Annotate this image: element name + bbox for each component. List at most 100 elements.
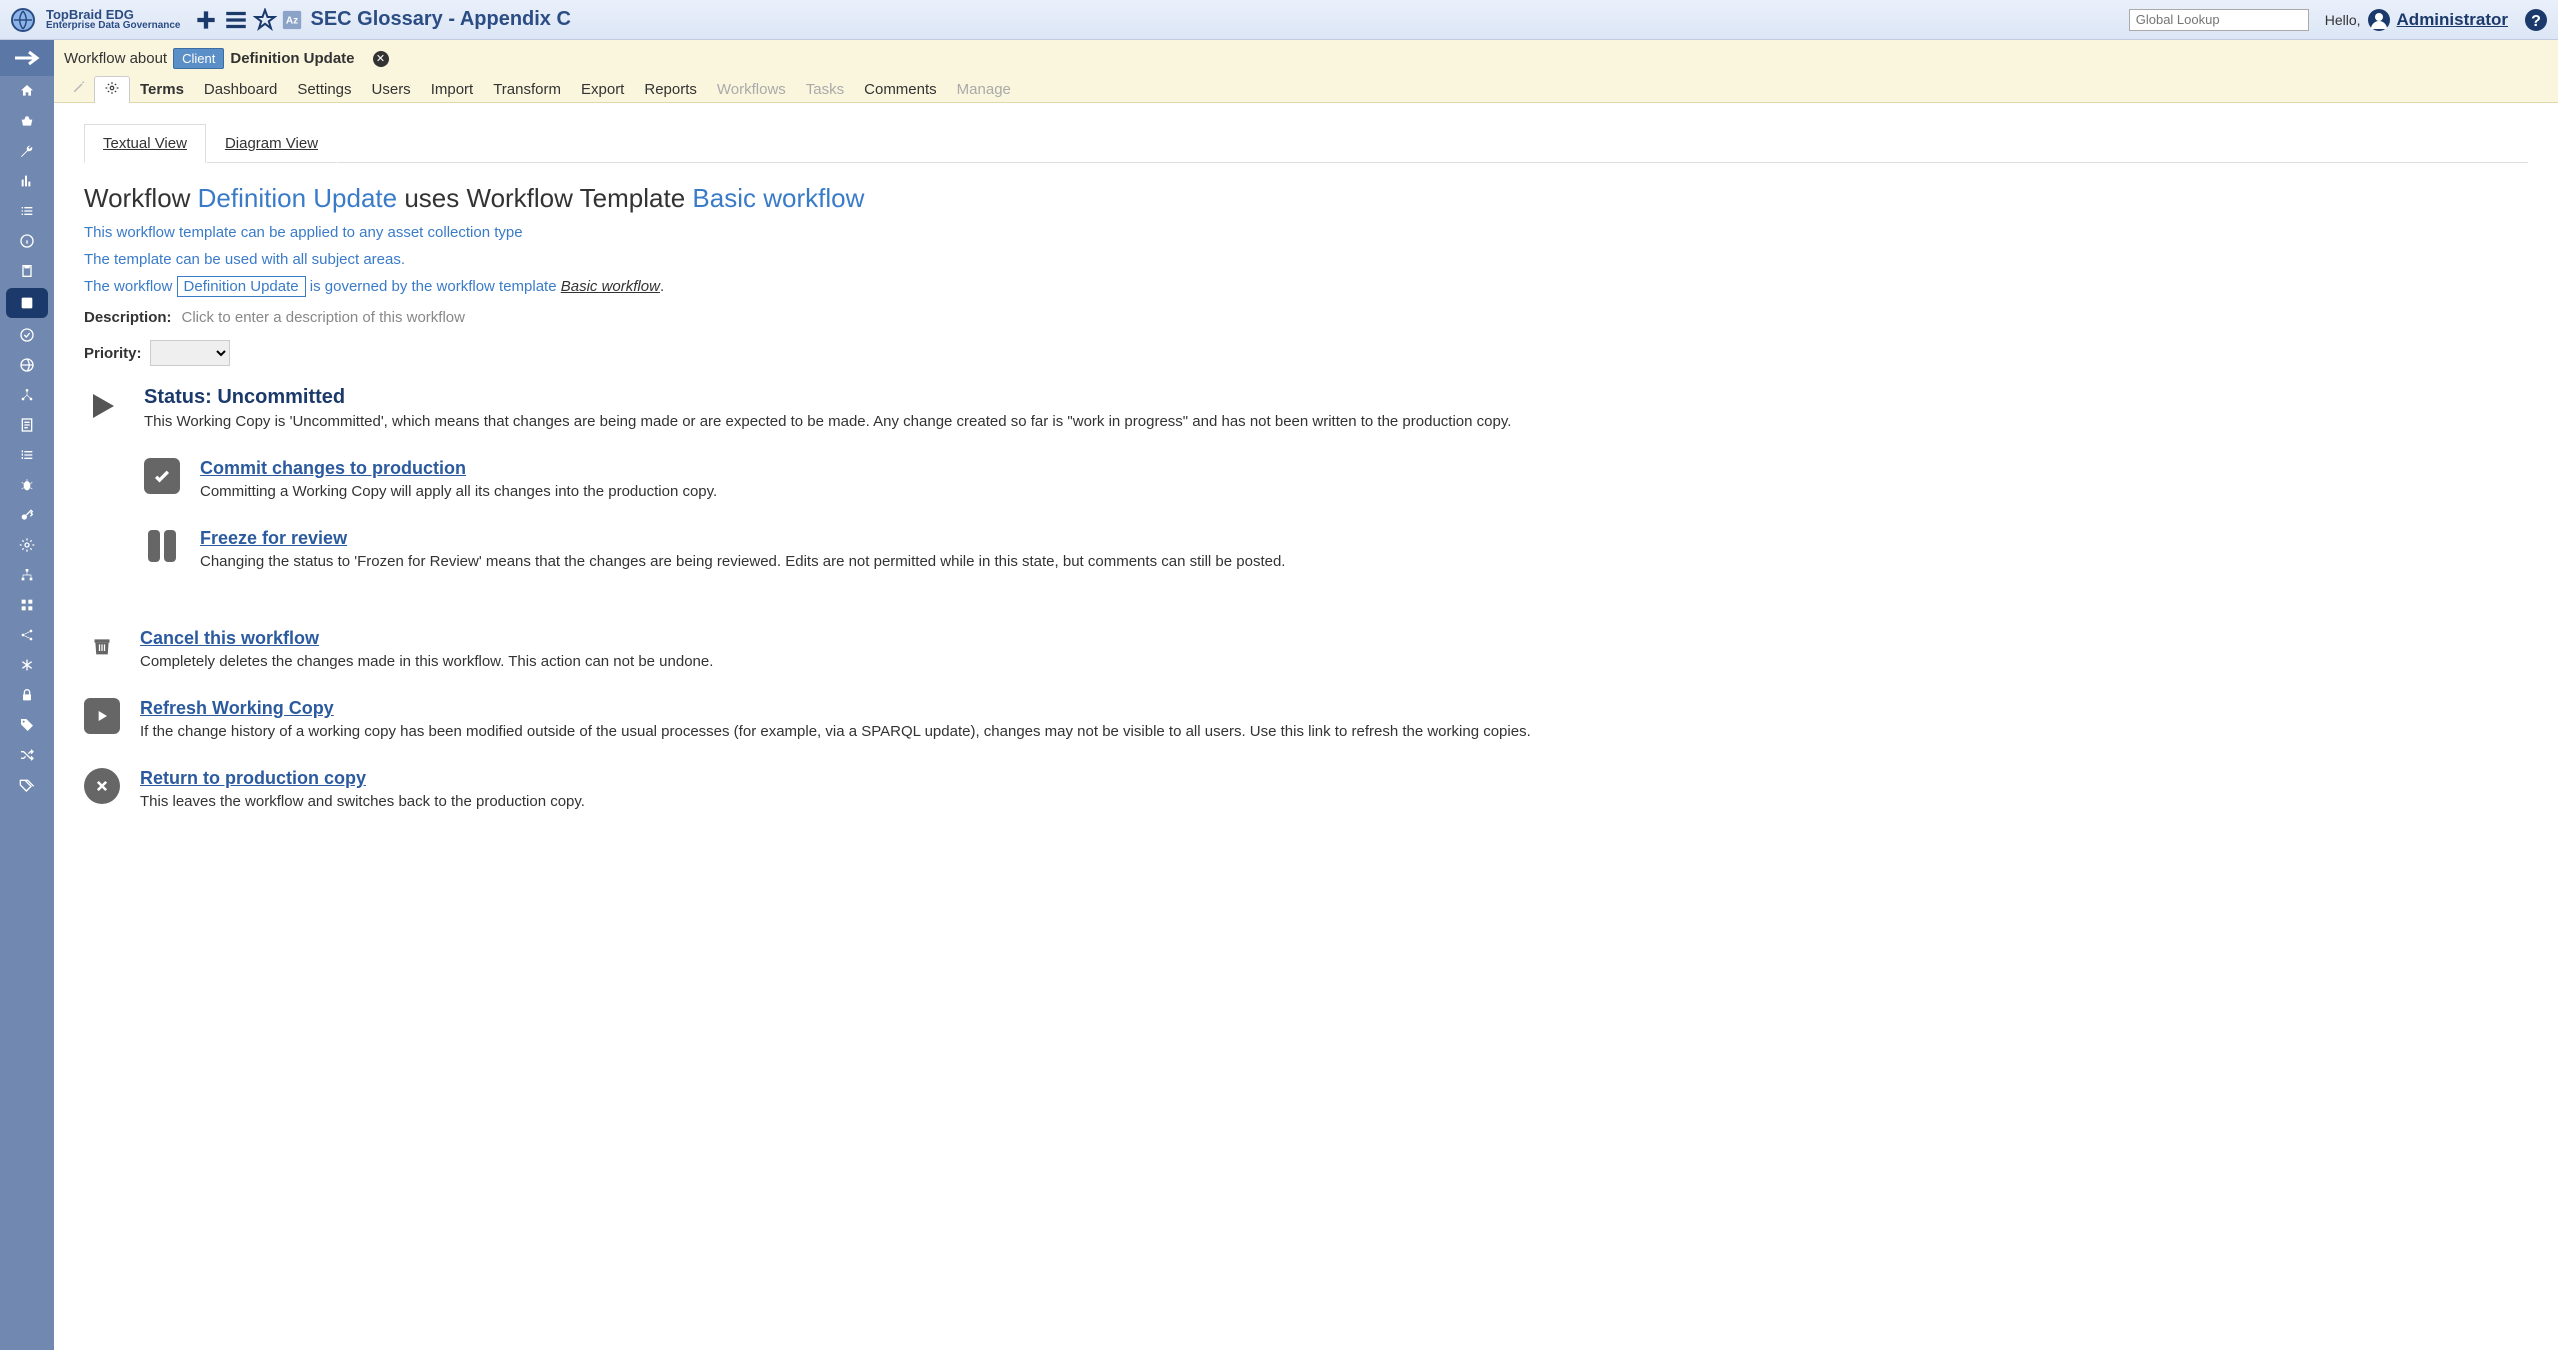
tab-transform[interactable]: Transform [483,77,571,102]
workflow-name: Definition Update [230,50,354,67]
tab-workflows: Workflows [707,77,796,102]
refresh-link[interactable]: Refresh Working Copy [140,698,1531,719]
pencil-icon[interactable] [64,76,94,102]
info-line-1: This workflow template can be applied to… [84,224,2528,241]
sidebar-collapse-button[interactable] [0,40,54,76]
tab-dashboard[interactable]: Dashboard [194,77,287,102]
tab-tasks: Tasks [796,77,854,102]
status-title: Status: Uncommitted [144,386,1511,409]
cancel-link[interactable]: Cancel this workflow [140,628,713,649]
sidebar-tags-icon[interactable] [0,770,54,800]
tab-export[interactable]: Export [571,77,634,102]
tab-users[interactable]: Users [362,77,421,102]
sidebar-home-icon[interactable] [0,76,54,106]
user-icon [2367,8,2391,32]
sidebar-key-icon[interactable] [0,500,54,530]
commit-link[interactable]: Commit changes to production [200,458,717,479]
administrator-link[interactable]: Administrator [2397,10,2508,30]
top-header: TopBraid EDG Enterprise Data Governance … [0,0,2558,40]
close-workflow-button[interactable]: ✕ [373,51,389,67]
sidebar-asterisk-icon[interactable] [0,650,54,680]
tab-reports[interactable]: Reports [634,77,707,102]
global-lookup-input[interactable] [2129,9,2309,31]
svg-text:?: ? [2531,13,2541,30]
sidebar-grid-icon[interactable] [0,590,54,620]
close-circle-icon [84,768,120,804]
tab-import[interactable]: Import [421,77,484,102]
sidebar-basket-icon[interactable] [0,106,54,136]
template-name-link[interactable]: Basic workflow [692,183,864,213]
priority-label: Priority: [84,345,142,362]
help-icon[interactable]: ? [2524,8,2548,32]
play-icon [84,388,124,430]
freeze-action: Freeze for review Changing the status to… [144,528,2528,570]
description-label: Description: [84,309,172,326]
tab-manage: Manage [947,77,1021,102]
sidebar-doc-icon[interactable] [0,410,54,440]
freeze-desc: Changing the status to 'Frozen for Revie… [200,553,1285,570]
status-desc: This Working Copy is 'Uncommitted', whic… [144,413,1511,430]
tab-row: Terms Dashboard Settings Users Import Tr… [64,75,2548,102]
info-line-3: The workflow Definition Update is govern… [84,278,2528,295]
az-icon[interactable]: Az [281,9,303,31]
sidebar-tree-icon[interactable] [0,380,54,410]
plus-icon[interactable] [193,7,219,33]
refresh-action: Refresh Working Copy If the change histo… [84,698,2528,740]
textual-view-tab[interactable]: Textual View [84,124,206,163]
workflow-prefix: Workflow about [64,50,167,67]
sidebar-check-icon[interactable] [0,320,54,350]
tab-terms[interactable]: Terms [130,77,194,102]
return-desc: This leaves the workflow and switches ba… [140,793,585,810]
sidebar-tag-icon[interactable] [0,710,54,740]
client-chip[interactable]: Client [173,48,224,69]
logo[interactable]: TopBraid EDG Enterprise Data Governance [10,7,181,33]
tab-settings[interactable]: Settings [287,77,361,102]
sidebar-wrench-icon[interactable] [0,136,54,166]
return-link[interactable]: Return to production copy [140,768,585,789]
sidebar-hierarchy-icon[interactable] [0,560,54,590]
sidebar [0,40,54,1350]
view-tabs: Textual View Diagram View [84,123,2528,163]
description-row: Description: Click to enter a descriptio… [84,309,2528,326]
basic-workflow-link[interactable]: Basic workflow [561,278,660,295]
workflow-bar: Workflow about Client Definition Update … [54,40,2558,103]
trash-icon [84,628,120,664]
sidebar-lock-icon[interactable] [0,680,54,710]
refresh-play-icon [84,698,120,734]
sidebar-numlist-icon[interactable] [0,440,54,470]
sidebar-globe-icon[interactable] [0,350,54,380]
checkmark-icon [144,458,180,494]
definition-update-chip[interactable]: Definition Update [177,276,306,297]
priority-row: Priority: [84,340,2528,366]
freeze-link[interactable]: Freeze for review [200,528,1285,549]
priority-select[interactable] [150,340,230,366]
gear-tab[interactable] [94,76,130,103]
svg-text:Az: Az [285,15,297,26]
tab-comments[interactable]: Comments [854,77,947,102]
pause-icon [144,528,180,564]
logo-line2: Enterprise Data Governance [46,21,181,31]
status-block: Status: Uncommitted This Working Copy is… [84,386,2528,430]
sidebar-share-icon[interactable] [0,620,54,650]
commit-action: Commit changes to production Committing … [144,458,2528,500]
sidebar-info-icon[interactable] [0,226,54,256]
hello-user: Hello, Administrator [2325,8,2508,32]
star-icon[interactable] [253,8,277,32]
sidebar-clipboard-icon[interactable] [0,256,54,286]
sidebar-bug-icon[interactable] [0,470,54,500]
cancel-action: Cancel this workflow Completely deletes … [84,628,2528,670]
sidebar-list-icon[interactable] [0,196,54,226]
sidebar-active-icon[interactable] [6,288,48,318]
commit-desc: Committing a Working Copy will apply all… [200,483,717,500]
sidebar-shuffle-icon[interactable] [0,740,54,770]
sidebar-chart-icon[interactable] [0,166,54,196]
main-content: Workflow about Client Definition Update … [54,40,2558,1350]
menu-icon[interactable] [223,7,249,33]
description-input[interactable]: Click to enter a description of this wor… [182,309,465,326]
page-heading: Workflow Definition Update uses Workflow… [84,183,2528,214]
top-tools: Az [193,7,303,33]
sidebar-gear-icon[interactable] [0,530,54,560]
workflow-name-link[interactable]: Definition Update [198,183,397,213]
cancel-desc: Completely deletes the changes made in t… [140,653,713,670]
diagram-view-tab[interactable]: Diagram View [206,124,337,163]
